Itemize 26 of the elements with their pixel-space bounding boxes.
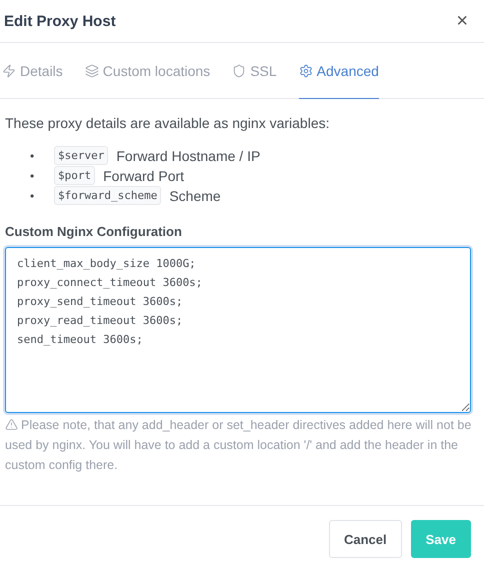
bullet: • bbox=[30, 188, 36, 202]
warning-note: Please note, that any add_header or set_header directives added here will not be used by nginx. You will have to add a custom location '/' and add the header in the custom config there. bbox=[5, 417, 472, 474]
warning-icon bbox=[5, 418, 18, 431]
cancel-button[interactable]: Cancel bbox=[328, 520, 402, 558]
tab[interactable]: Advanced bbox=[298, 43, 379, 99]
save-button[interactable]: Save bbox=[410, 520, 471, 558]
intro-text: These proxy details are available as nginx variables: bbox=[5, 115, 331, 131]
config-label: Custom Nginx Configuration bbox=[5, 224, 183, 239]
settings-icon bbox=[298, 64, 313, 78]
variable-description: Scheme bbox=[169, 188, 221, 204]
shield-icon bbox=[232, 64, 246, 78]
tab[interactable]: SSL bbox=[232, 43, 277, 99]
tab[interactable]: Custom locations bbox=[84, 43, 210, 99]
config-textarea[interactable]: client_max_body_size 1000G; proxy_connect_timeout 3600s; proxy_send_timeout 3600s; proxy_read_timeout 3600s; send_timeout 3600s; bbox=[5, 247, 471, 413]
bullet: • bbox=[30, 168, 36, 182]
lightning-icon bbox=[2, 64, 16, 78]
variable-code: $server bbox=[54, 146, 108, 165]
variable-code: $forward_scheme bbox=[54, 186, 162, 205]
variable-code: $port bbox=[54, 166, 96, 185]
dialog-title: Edit Proxy Host bbox=[4, 12, 116, 30]
close-button[interactable]: × bbox=[456, 10, 468, 32]
layers-icon bbox=[84, 64, 99, 78]
bullet: • bbox=[30, 148, 36, 162]
variable-description: Forward Hostname / IP bbox=[116, 148, 260, 164]
variable-description: Forward Port bbox=[103, 168, 184, 184]
tab[interactable]: Details bbox=[2, 43, 63, 99]
